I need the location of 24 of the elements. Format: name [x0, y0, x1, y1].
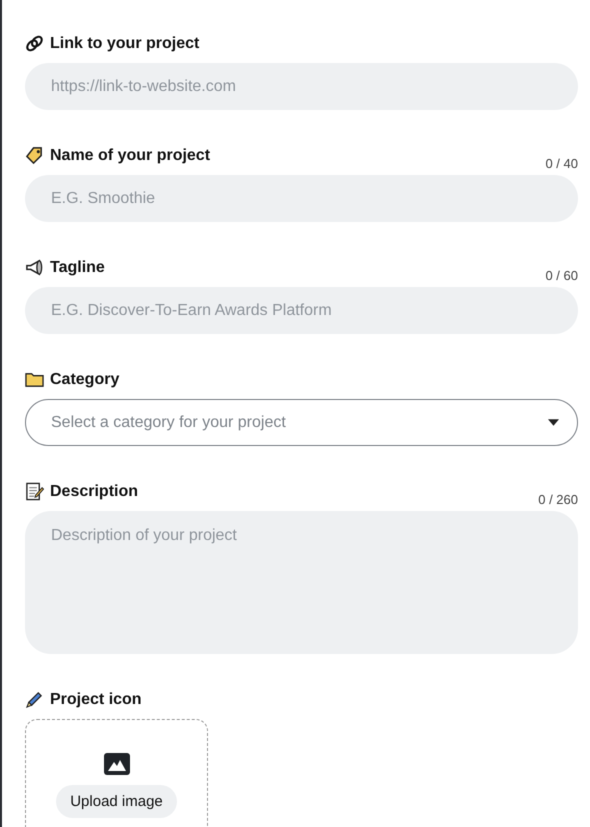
category-dropdown[interactable]: Select a category for your project — [25, 399, 578, 446]
link-icon — [25, 34, 44, 53]
upload-button[interactable]: Upload image — [56, 785, 177, 818]
caret-icon — [548, 419, 559, 426]
folder-icon — [25, 370, 44, 389]
memo-icon — [25, 482, 44, 501]
image-icon — [104, 753, 130, 775]
upload-area[interactable]: Upload image — [25, 719, 208, 827]
field-label: Tagline — [50, 258, 105, 276]
character-counter: 0 / 260 — [538, 492, 578, 507]
tag-icon — [25, 146, 44, 165]
character-counter: 0 / 40 — [545, 156, 578, 171]
megaphone-icon — [25, 258, 44, 277]
crayon-icon — [25, 690, 44, 709]
text-area[interactable]: Description of your project — [25, 511, 578, 654]
field-label: Project icon — [50, 690, 142, 708]
field-label: Name of your project — [50, 146, 210, 164]
field-label: Link to your project — [50, 34, 200, 52]
input-field[interactable]: https://link-to-website.com — [25, 63, 578, 110]
field-label: Category — [50, 370, 120, 388]
character-counter: 0 / 60 — [545, 268, 578, 283]
input-field[interactable]: E.G. Smoothie — [25, 175, 578, 222]
field-label: Description — [50, 482, 138, 500]
input-field[interactable]: E.G. Discover-To-Earn Awards Platform — [25, 287, 578, 334]
